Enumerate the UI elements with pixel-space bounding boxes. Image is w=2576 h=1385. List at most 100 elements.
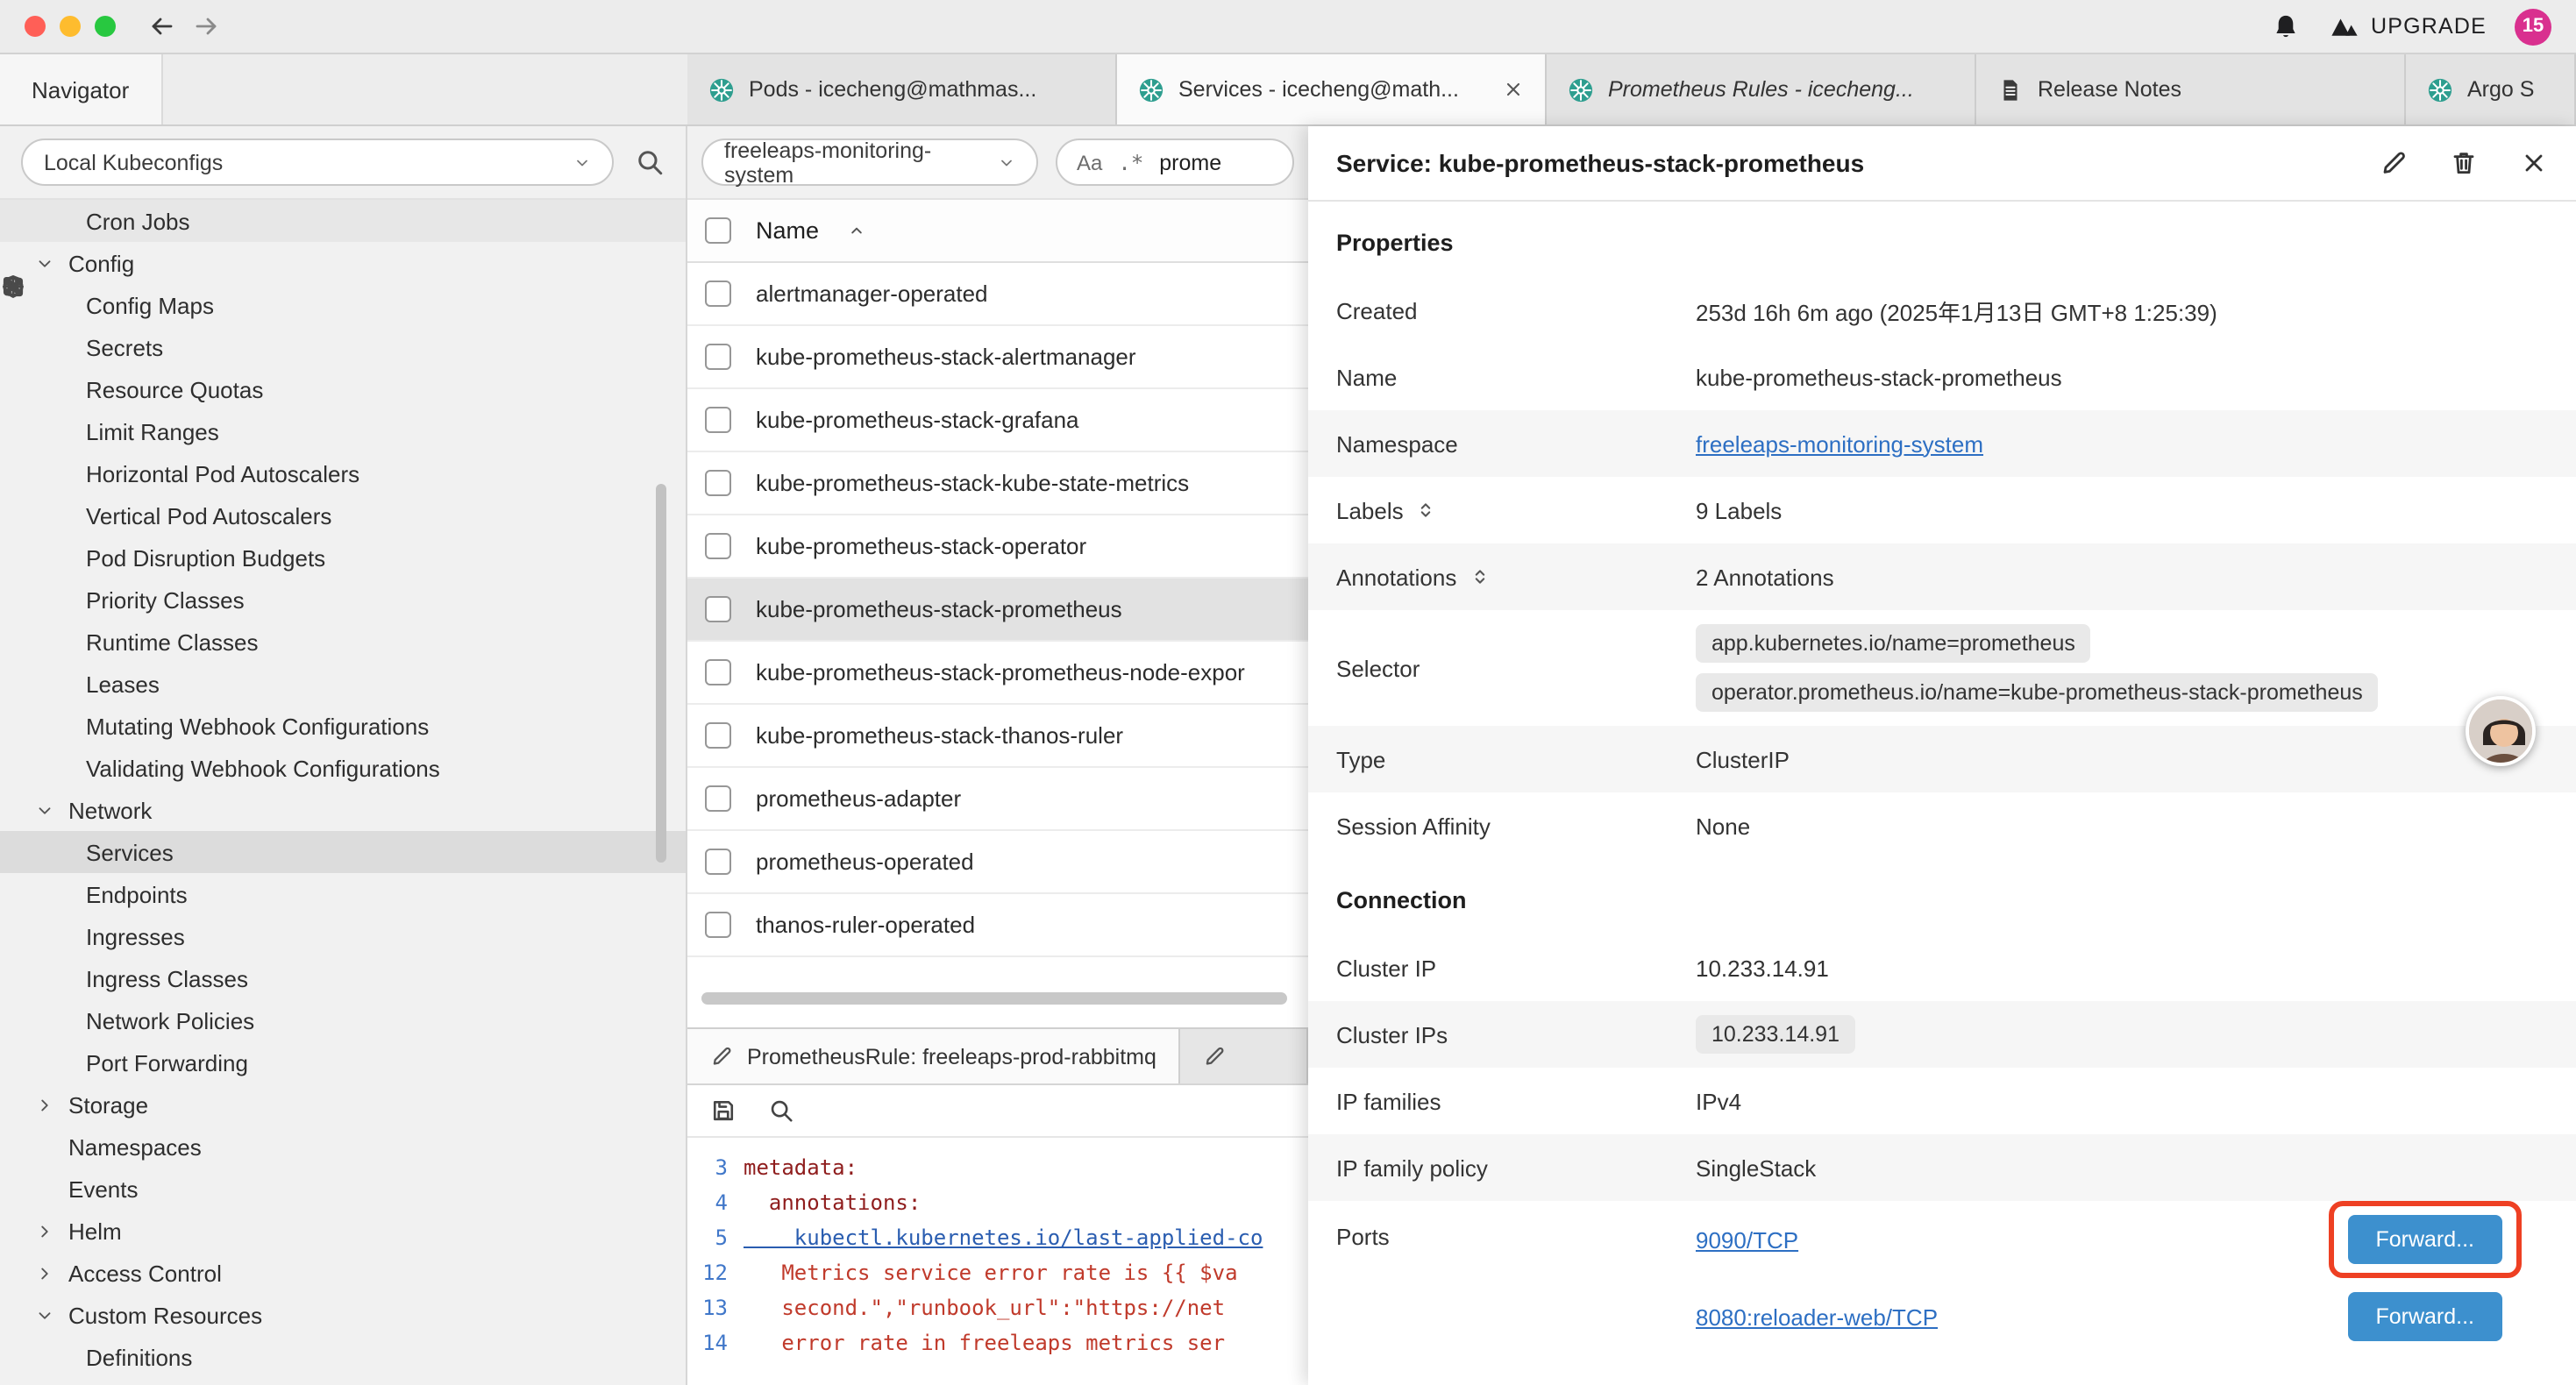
row-checkbox[interactable] <box>705 407 731 433</box>
service-row-alertmanager-operated[interactable]: alertmanager-operated <box>687 263 1308 326</box>
unfold-icon[interactable] <box>1416 500 1437 521</box>
sidebar-item-secrets[interactable]: Secrets <box>0 326 686 368</box>
chevron-right-icon[interactable] <box>35 1095 54 1114</box>
row-checkbox[interactable] <box>705 281 731 307</box>
sidebar-item-validating-webhook-configurations[interactable]: Validating Webhook Configurations <box>0 747 686 789</box>
sidebar-item-helm[interactable]: Helm <box>0 1210 686 1252</box>
chevron-right-icon[interactable] <box>35 1221 54 1240</box>
forward-icon[interactable] <box>193 12 221 40</box>
service-row-kube-prometheus-stack-operator[interactable]: kube-prometheus-stack-operator <box>687 515 1308 579</box>
chevron-right-icon[interactable] <box>35 1263 54 1282</box>
tab-release-notes[interactable]: Release Notes <box>1976 54 2406 124</box>
namespace-link[interactable]: freeleaps-monitoring-system <box>1696 430 1983 457</box>
horizontal-scrollbar[interactable] <box>701 992 1287 1005</box>
save-icon[interactable] <box>710 1097 737 1124</box>
sidebar-item-ingress-classes[interactable]: Ingress Classes <box>0 957 686 999</box>
service-row-prometheus-adapter[interactable]: prometheus-adapter <box>687 768 1308 831</box>
port-link[interactable]: 8080:reloader-web/TCP <box>1696 1303 1938 1330</box>
editor-search-icon[interactable] <box>768 1097 794 1124</box>
service-row-kube-prometheus-stack-prometheus[interactable]: kube-prometheus-stack-prometheus <box>687 579 1308 642</box>
close-window-button[interactable] <box>25 16 46 37</box>
select-all-checkbox[interactable] <box>705 217 731 244</box>
minimize-window-button[interactable] <box>60 16 81 37</box>
sidebar-item-events[interactable]: Events <box>0 1168 686 1210</box>
sidebar-item-network-policies[interactable]: Network Policies <box>0 999 686 1041</box>
service-row-kube-prometheus-stack-thanos-ruler[interactable]: kube-prometheus-stack-thanos-ruler <box>687 705 1308 768</box>
sidebar-item-cron-jobs[interactable]: Cron Jobs <box>0 200 686 242</box>
service-row-prometheus-operated[interactable]: prometheus-operated <box>687 831 1308 894</box>
sidebar-item-vertical-pod-autoscalers[interactable]: Vertical Pod Autoscalers <box>0 494 686 536</box>
row-checkbox[interactable] <box>705 912 731 938</box>
sidebar-item-config-maps[interactable]: Config Maps <box>0 284 686 326</box>
port-link[interactable]: 9090/TCP <box>1696 1226 1798 1253</box>
sidebar-item-namespaces[interactable]: Namespaces <box>0 1126 686 1168</box>
service-row-kube-prometheus-stack-grafana[interactable]: kube-prometheus-stack-grafana <box>687 389 1308 452</box>
row-checkbox[interactable] <box>705 596 731 622</box>
sidebar-item-network[interactable]: Network <box>0 789 686 831</box>
sidebar-item-custom-resources[interactable]: Custom Resources <box>0 1294 686 1336</box>
namespace-selector[interactable]: freeleaps-monitoring-system <box>701 138 1038 186</box>
tab-pods-icecheng-mathmas[interactable]: Pods - icecheng@mathmas... <box>687 54 1117 124</box>
dock-tab-next-partial[interactable] <box>1181 1029 1308 1083</box>
yaml-editor[interactable]: 3metadata:4 annotations:5 kubectl.kubern… <box>687 1138 1308 1360</box>
zoom-window-button[interactable] <box>95 16 116 37</box>
sidebar-search-icon[interactable] <box>635 147 665 177</box>
row-checkbox[interactable] <box>705 533 731 559</box>
sidebar-item-ingresses[interactable]: Ingresses <box>0 915 686 957</box>
chevron-down-icon[interactable] <box>35 1305 54 1325</box>
regex-toggle[interactable]: .* <box>1118 150 1143 174</box>
row-checkbox[interactable] <box>705 849 731 875</box>
sidebar-item-endpoints[interactable]: Endpoints <box>0 873 686 915</box>
sidebar-item-runtime-classes[interactable]: Runtime Classes <box>0 621 686 663</box>
sidebar-item-port-forwarding[interactable]: Port Forwarding <box>0 1041 686 1083</box>
editor-line-14[interactable]: 14 error rate in freeleaps metrics ser <box>687 1325 1308 1360</box>
forward-button[interactable]: Forward... <box>2347 1215 2502 1264</box>
sidebar-item-mutating-webhook-configurations[interactable]: Mutating Webhook Configurations <box>0 705 686 747</box>
editor-line-12[interactable]: 12 Metrics service error rate is {{ $va <box>687 1255 1308 1290</box>
row-checkbox[interactable] <box>705 722 731 749</box>
notifications-bell-icon[interactable] <box>2271 11 2301 41</box>
sort-ascending-icon[interactable] <box>847 221 866 240</box>
sidebar-item-services[interactable]: Services <box>0 831 686 873</box>
sidebar-item-limit-ranges[interactable]: Limit Ranges <box>0 410 686 452</box>
sidebar-item-definitions[interactable]: Definitions <box>0 1336 686 1378</box>
sidebar-item-leases[interactable]: Leases <box>0 663 686 705</box>
edit-pencil-icon[interactable] <box>2380 149 2408 177</box>
tab-argo-s[interactable]: Argo S <box>2406 54 2576 124</box>
back-icon[interactable] <box>147 12 175 40</box>
service-row-kube-prometheus-stack-kube-state-metrics[interactable]: kube-prometheus-stack-kube-state-metrics <box>687 452 1308 515</box>
sidebar-scrollbar[interactable] <box>656 484 666 863</box>
forward-button[interactable]: Forward... <box>2347 1292 2502 1341</box>
sidebar-item-pod-disruption-budgets[interactable]: Pod Disruption Budgets <box>0 536 686 579</box>
editor-line-5[interactable]: 5 kubectl.kubernetes.io/last-applied-co <box>687 1220 1308 1255</box>
notification-count-badge[interactable]: 15 <box>2515 8 2551 45</box>
editor-line-13[interactable]: 13 second.","runbook_url":"https://net <box>687 1290 1308 1325</box>
dock-tab-prometheusrule[interactable]: PrometheusRule: freeleaps-prod-rabbitmq <box>687 1029 1181 1083</box>
sidebar-item-config[interactable]: Config <box>0 242 686 284</box>
sidebar-item-access-control[interactable]: Access Control <box>0 1252 686 1294</box>
row-checkbox[interactable] <box>705 344 731 370</box>
sidebar-item-resource-quotas[interactable]: Resource Quotas <box>0 368 686 410</box>
tab-close-icon[interactable] <box>1503 79 1524 100</box>
service-row-thanos-ruler-operated[interactable]: thanos-ruler-operated <box>687 894 1308 957</box>
row-checkbox[interactable] <box>705 785 731 812</box>
tab-prometheus-rules-icecheng[interactable]: Prometheus Rules - icecheng... <box>1547 54 1976 124</box>
sidebar-item-priority-classes[interactable]: Priority Classes <box>0 579 686 621</box>
tab-services-icecheng-math[interactable]: Services - icecheng@math... <box>1117 54 1547 124</box>
name-column-header[interactable]: Name <box>756 217 819 244</box>
sidebar-item-storage[interactable]: Storage <box>0 1083 686 1126</box>
kubeconfig-selector[interactable]: Local Kubeconfigs <box>21 138 614 186</box>
list-search-input[interactable]: Aa .* prome <box>1056 138 1294 186</box>
row-checkbox[interactable] <box>705 659 731 685</box>
upgrade-button[interactable]: UPGRADE <box>2329 11 2487 42</box>
editor-line-4[interactable]: 4 annotations: <box>687 1185 1308 1220</box>
chevron-down-icon[interactable] <box>35 253 54 273</box>
editor-line-3[interactable]: 3metadata: <box>687 1150 1308 1185</box>
service-row-kube-prometheus-stack-alertmanager[interactable]: kube-prometheus-stack-alertmanager <box>687 326 1308 389</box>
service-row-kube-prometheus-stack-prometheus-node-ex[interactable]: kube-prometheus-stack-prometheus-node-ex… <box>687 642 1308 705</box>
sidebar-item-horizontal-pod-autoscalers[interactable]: Horizontal Pod Autoscalers <box>0 452 686 494</box>
match-case-toggle[interactable]: Aa <box>1077 150 1102 174</box>
delete-trash-icon[interactable] <box>2450 149 2478 177</box>
unfold-icon[interactable] <box>1469 566 1490 587</box>
row-checkbox[interactable] <box>705 470 731 496</box>
